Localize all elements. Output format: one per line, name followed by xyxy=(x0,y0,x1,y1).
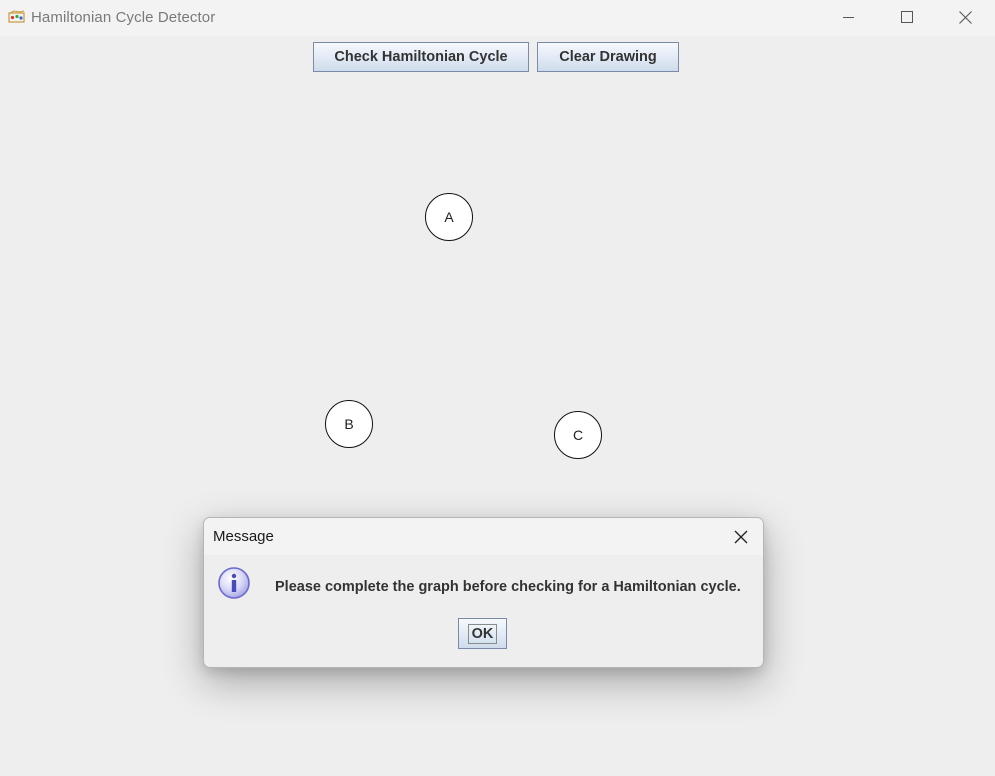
minimize-button[interactable] xyxy=(820,0,878,34)
clear-drawing-button[interactable]: Clear Drawing xyxy=(537,42,679,72)
graph-node[interactable]: C xyxy=(554,411,602,459)
ok-button-label: OK xyxy=(467,623,498,644)
close-button[interactable] xyxy=(936,0,994,34)
check-hamiltonian-cycle-button[interactable]: Check Hamiltonian Cycle xyxy=(313,42,529,72)
graph-node[interactable]: B xyxy=(325,400,373,448)
close-icon xyxy=(734,530,748,544)
minimize-icon xyxy=(843,17,854,18)
dialog-message: Please complete the graph before checkin… xyxy=(275,579,741,595)
dialog-title: Message xyxy=(213,528,274,545)
java-app-icon xyxy=(8,10,25,23)
ok-button[interactable]: OK xyxy=(458,618,507,649)
window-titlebar: Hamiltonian Cycle Detector xyxy=(0,0,995,36)
info-icon xyxy=(218,567,250,599)
maximize-icon xyxy=(901,11,913,23)
window-title: Hamiltonian Cycle Detector xyxy=(31,9,216,26)
maximize-button[interactable] xyxy=(878,0,936,34)
dialog-close-button[interactable] xyxy=(730,526,752,548)
message-dialog: Message Please complete the graph before… xyxy=(203,517,764,668)
dialog-titlebar: Message xyxy=(204,518,763,555)
graph-node[interactable]: A xyxy=(425,193,473,241)
close-icon xyxy=(958,10,972,24)
